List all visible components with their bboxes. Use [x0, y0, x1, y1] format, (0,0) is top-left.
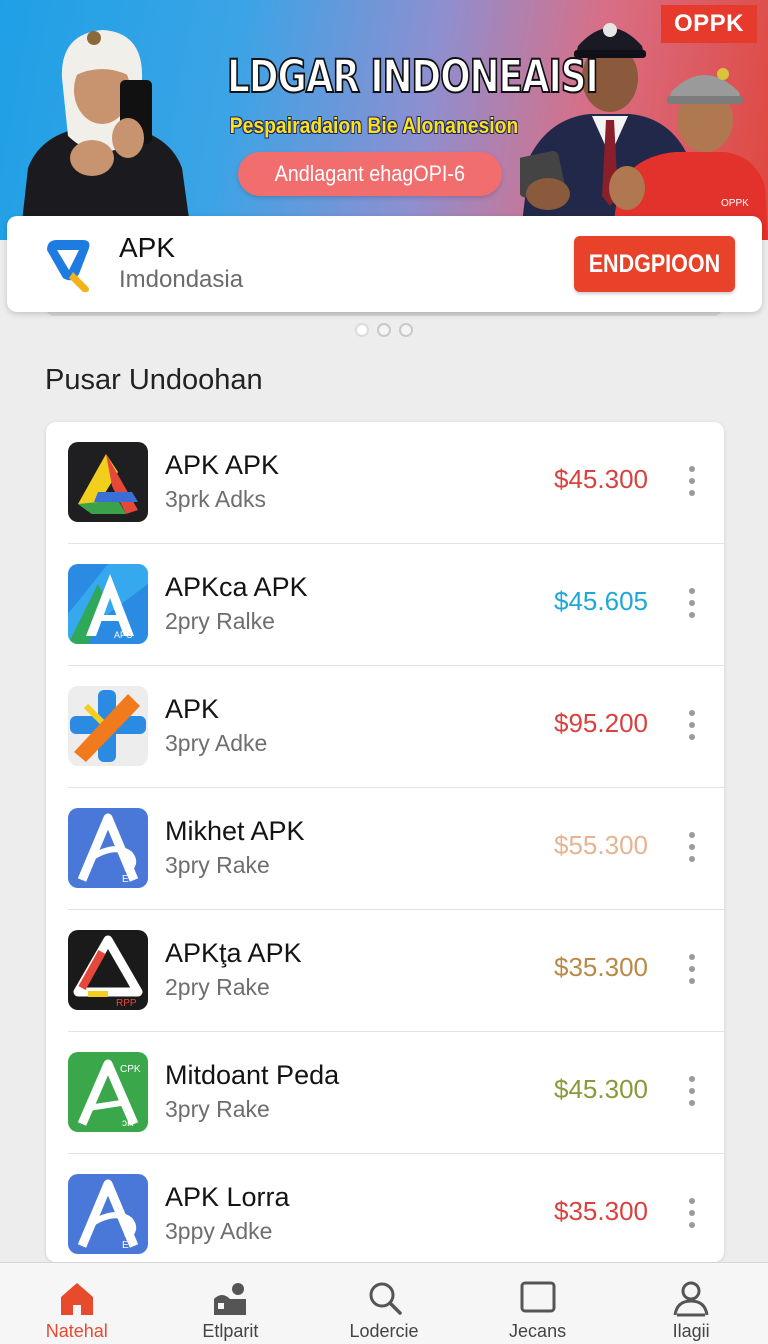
app-list-row[interactable]: APK 3pry Adke $95.200	[46, 666, 724, 788]
search-icon	[364, 1279, 404, 1317]
triangle-logo-black-red-icon: RPP	[68, 930, 148, 1010]
letter-a-blue-green-icon: APC	[68, 564, 148, 644]
install-button-label: ENDGPIOON	[588, 249, 721, 278]
app-subtitle: 2pry Rake	[165, 974, 270, 1000]
app-name: APK Lorra	[165, 1182, 290, 1212]
app-price: $45.605	[554, 586, 648, 616]
svg-text:OPPK: OPPK	[721, 198, 749, 209]
triangle-logo-dark-icon	[68, 442, 148, 522]
featured-app-name: APK	[119, 232, 176, 263]
letter-a-blue-icon: E	[68, 1174, 148, 1254]
svg-text:APC: APC	[114, 630, 133, 640]
nav-item-natehal[interactable]: Natehal	[0, 1263, 154, 1344]
man-in-red-shirt-illustration: OPPK	[609, 68, 768, 240]
hero-subtitle: Pespairadaion Bie Alonanesion	[229, 113, 519, 138]
app-list-row[interactable]: APK APK 3prk Adks $45.300	[46, 422, 724, 544]
carousel-dot[interactable]	[355, 323, 369, 337]
app-list-row[interactable]: E Mikhet APK 3pry Rake $55.300	[46, 788, 724, 910]
more-options-icon[interactable]	[686, 954, 698, 984]
letter-a-blue-icon: E	[68, 808, 148, 888]
carousel-dot[interactable]	[377, 323, 391, 337]
app-price: $95.200	[554, 708, 648, 738]
store-icon	[210, 1279, 250, 1317]
app-price: $45.300	[554, 464, 648, 494]
bottom-navigation: Natehal Etlparit Lodercie Jecans Ilagii	[0, 1262, 768, 1344]
hero-banner[interactable]: OPPK LDGAR INDONEAISI Pespairadaion Bie …	[0, 0, 768, 240]
hero-cta-pill[interactable]: Andlagant ehagOPI-6	[238, 152, 502, 196]
nav-label: Ilagii	[672, 1321, 710, 1341]
app-subtitle: 2pry Ralke	[165, 608, 275, 634]
section-title: Pusar Undoohan	[45, 364, 263, 396]
nav-label: Jecans	[509, 1321, 567, 1341]
nav-item-etlparit[interactable]: Etlparit	[154, 1263, 308, 1344]
app-list-row[interactable]: E APK Lorra 3ppy Adke $35.300	[46, 1154, 724, 1262]
app-list-row[interactable]: CPK ɔK Mitdoant Peda 3pry Rake $45.300	[46, 1032, 724, 1154]
app-subtitle: 3pry Adke	[165, 730, 268, 756]
app-list: APK APK 3prk Adks $45.300 APC APKca APK 2pry …	[46, 422, 724, 1262]
app-list-row[interactable]: RPP APKţa APK 2pry Rake $35.300	[46, 910, 724, 1032]
user-icon	[671, 1279, 711, 1317]
nav-item-lodercie[interactable]: Lodercie	[307, 1263, 461, 1344]
app-name: Mikhet APK	[165, 816, 305, 846]
more-options-icon[interactable]	[686, 710, 698, 740]
more-options-icon[interactable]	[686, 588, 698, 618]
hero-cta-label: Andlagant ehagOPI-6	[274, 161, 466, 186]
app-name: APK	[165, 694, 220, 724]
app-name: APKţa APK	[165, 938, 302, 968]
app-subtitle: 3ppy Adke	[165, 1218, 273, 1244]
featured-app-subtitle: Imdondasia	[119, 266, 244, 293]
app-price: $35.300	[554, 1196, 648, 1226]
svg-text:E: E	[122, 874, 129, 885]
svg-text:ɔK: ɔK	[122, 1118, 134, 1129]
nav-label: Etlparit	[202, 1321, 259, 1341]
nav-item-jecans[interactable]: Jecans	[461, 1263, 615, 1344]
letter-a-green-icon: CPK ɔK	[68, 1052, 148, 1132]
install-button[interactable]: ENDGPIOON	[574, 236, 735, 292]
hero-title: LDGAR INDONEAISI	[226, 49, 599, 104]
more-options-icon[interactable]	[686, 1076, 698, 1106]
more-options-icon[interactable]	[686, 1198, 698, 1228]
app-subtitle: 3pry Rake	[165, 1096, 270, 1122]
carousel-indicator	[355, 323, 413, 337]
more-options-icon[interactable]	[686, 832, 698, 862]
app-price: $55.300	[554, 830, 648, 860]
app-subtitle: 3prk Adks	[165, 486, 266, 512]
carousel-dot[interactable]	[399, 323, 413, 337]
app-logo-icon	[47, 240, 90, 292]
square-icon	[518, 1279, 558, 1317]
cross-logo-orange-blue-icon	[68, 686, 148, 766]
app-name: Mitdoant Peda	[165, 1060, 340, 1090]
nav-label: Natehal	[45, 1321, 108, 1341]
app-name: APKca APK	[165, 572, 308, 602]
nav-label: Lodercie	[349, 1321, 419, 1341]
app-list-row[interactable]: APC APKca APK 2pry Ralke $45.605	[46, 544, 724, 666]
home-icon	[57, 1279, 97, 1317]
app-price: $45.300	[554, 1074, 648, 1104]
hero-badge: OPPK	[661, 5, 757, 43]
woman-with-phone-illustration	[20, 30, 192, 240]
more-options-icon[interactable]	[686, 466, 698, 496]
app-price: $35.300	[554, 952, 648, 982]
svg-text:RPP: RPP	[116, 998, 137, 1009]
svg-text:E: E	[122, 1240, 129, 1251]
svg-text:CPK: CPK	[120, 1064, 141, 1075]
nav-item-ilagii[interactable]: Ilagii	[614, 1263, 768, 1344]
app-subtitle: 3pry Rake	[165, 852, 270, 878]
app-name: APK APK	[165, 450, 280, 480]
